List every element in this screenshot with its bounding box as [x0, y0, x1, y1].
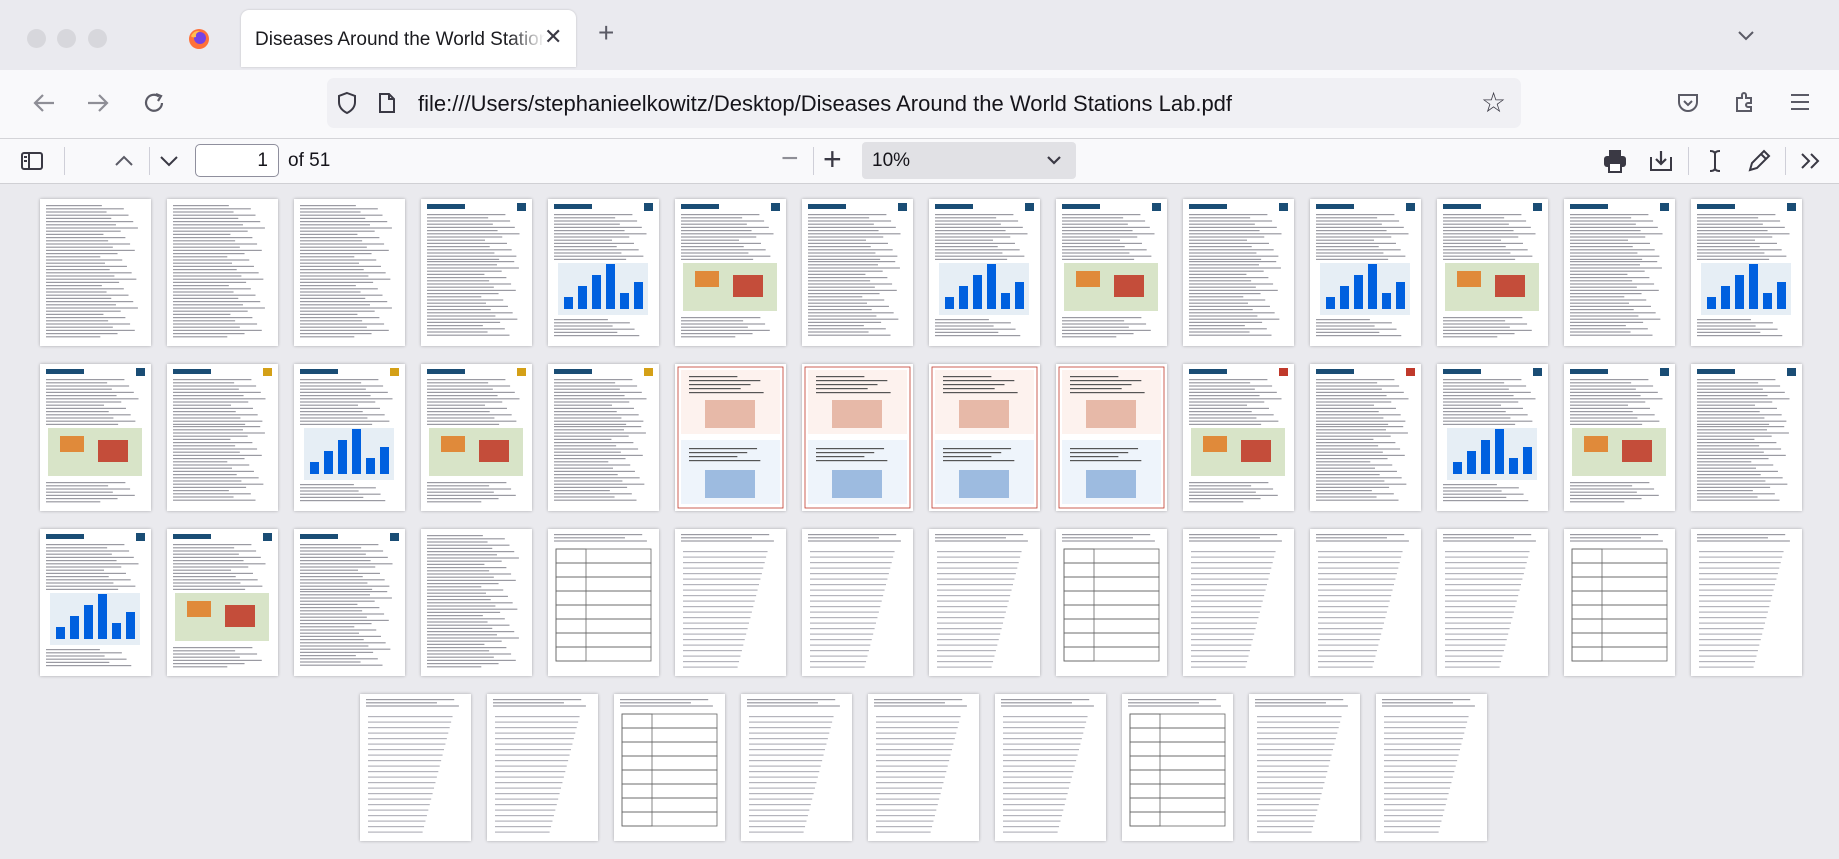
page-thumbnail[interactable] [675, 199, 786, 346]
page-thumbnail[interactable] [1437, 364, 1548, 511]
plus-icon[interactable]: + [823, 143, 842, 175]
page-thumbnail[interactable] [1310, 199, 1421, 346]
page-thumbnail[interactable] [1183, 199, 1294, 346]
page-thumbnail[interactable] [868, 694, 979, 841]
page-thumbnail[interactable] [548, 529, 659, 676]
url-bar[interactable]: file:///Users/stephanieelkowitz/Desktop/… [327, 78, 1521, 128]
page-thumbnail[interactable] [1310, 529, 1421, 676]
tab-title: Diseases Around the World Stations [255, 29, 545, 51]
page-thumbnail[interactable] [40, 199, 151, 346]
chevron-down-icon[interactable] [159, 154, 179, 168]
page-thumbnail[interactable] [1056, 529, 1167, 676]
tab-bar: Diseases Around the World Stations ✕ + [0, 0, 1839, 70]
active-tab[interactable]: Diseases Around the World Stations ✕ [241, 10, 576, 67]
page-thumbnail[interactable] [1376, 694, 1487, 841]
double-chevron-right-icon[interactable] [1799, 152, 1823, 170]
star-icon[interactable]: ☆ [1481, 86, 1506, 119]
puzzle-icon[interactable] [1733, 90, 1757, 114]
page-thumbnail[interactable] [421, 529, 532, 676]
page-thumbnail[interactable] [167, 529, 278, 676]
toolbar-separator [64, 147, 65, 175]
reload-icon[interactable] [142, 91, 166, 115]
page-thumbnail[interactable] [294, 529, 405, 676]
page-thumbnail[interactable] [487, 694, 598, 841]
page-thumbnail[interactable] [1056, 199, 1167, 346]
printer-icon[interactable] [1602, 148, 1628, 174]
page-thumbnail[interactable] [1691, 529, 1802, 676]
plus-icon[interactable]: + [598, 19, 614, 47]
page-thumbnail[interactable] [1437, 199, 1548, 346]
page-thumbnail[interactable] [1183, 529, 1294, 676]
page-thumbnail[interactable] [1437, 529, 1548, 676]
page-thumbnail[interactable] [548, 199, 659, 346]
page-thumbnail[interactable] [802, 199, 913, 346]
page-thumbnail[interactable] [741, 694, 852, 841]
page-thumbnail[interactable] [929, 529, 1040, 676]
window-zoom-button[interactable] [88, 29, 107, 48]
page-thumbnail[interactable] [167, 364, 278, 511]
toolbar-separator [149, 147, 150, 175]
page-thumbnail[interactable] [421, 199, 532, 346]
hamburger-menu-icon[interactable] [1789, 93, 1811, 111]
page-thumbnail[interactable] [40, 364, 151, 511]
zoom-value: 10% [872, 150, 911, 171]
page-thumbnail[interactable] [1564, 529, 1675, 676]
page-thumbnail[interactable] [1310, 364, 1421, 511]
page-thumbnail[interactable] [360, 694, 471, 841]
page-thumbnail[interactable] [1564, 199, 1675, 346]
page-thumbnail[interactable] [421, 364, 532, 511]
page-thumbnail[interactable] [294, 199, 405, 346]
page-thumbnail[interactable] [675, 364, 786, 511]
pdf-toolbar: 1 of 51 − + 10% [0, 138, 1839, 184]
toolbar-separator [813, 147, 814, 175]
arrow-left-icon[interactable] [32, 92, 56, 114]
toolbar-separator [1688, 147, 1689, 175]
page-thumbnail[interactable] [1249, 694, 1360, 841]
window-close-button[interactable] [27, 29, 46, 48]
page-thumbnail[interactable] [675, 529, 786, 676]
page-thumbnail[interactable] [802, 529, 913, 676]
pdf-viewer[interactable] [0, 184, 1839, 859]
minus-icon[interactable]: − [781, 144, 799, 174]
document-icon[interactable] [377, 92, 397, 114]
page-thumbnail[interactable] [929, 364, 1040, 511]
download-icon[interactable] [1648, 149, 1674, 173]
page-thumbnail[interactable] [167, 199, 278, 346]
page-thumbnail[interactable] [1564, 364, 1675, 511]
page-thumbnail[interactable] [40, 529, 151, 676]
text-cursor-icon[interactable] [1704, 148, 1726, 174]
page-number-input[interactable]: 1 [195, 144, 279, 177]
page-thumbnail[interactable] [1691, 364, 1802, 511]
toolbar-separator [1785, 147, 1786, 175]
zoom-select[interactable]: 10% [862, 142, 1076, 179]
page-thumbnail[interactable] [802, 364, 913, 511]
close-icon[interactable]: ✕ [544, 24, 562, 50]
arrow-right-icon[interactable] [86, 92, 110, 114]
window-minimize-button[interactable] [57, 29, 76, 48]
navigation-bar: file:///Users/stephanieelkowitz/Desktop/… [0, 70, 1839, 138]
chevron-up-icon[interactable] [114, 154, 134, 168]
pocket-icon[interactable] [1676, 92, 1700, 114]
page-thumbnail[interactable] [1056, 364, 1167, 511]
url-text: file:///Users/stephanieelkowitz/Desktop/… [418, 91, 1233, 116]
page-thumbnail[interactable] [929, 199, 1040, 346]
page-thumbnail[interactable] [995, 694, 1106, 841]
firefox-logo-icon[interactable] [188, 28, 210, 50]
page-thumbnail[interactable] [1183, 364, 1294, 511]
page-thumbnail[interactable] [548, 364, 659, 511]
page-thumbnail[interactable] [1122, 694, 1233, 841]
page-thumbnail[interactable] [614, 694, 725, 841]
page-thumbnail[interactable] [294, 364, 405, 511]
sidebar-toggle-icon[interactable] [20, 151, 44, 171]
shield-icon[interactable] [336, 91, 358, 115]
page-thumbnail[interactable] [1691, 199, 1802, 346]
chevron-down-icon[interactable] [1737, 30, 1755, 42]
pen-icon[interactable] [1746, 148, 1772, 174]
chevron-down-icon [1047, 156, 1061, 165]
page-count-label: of 51 [288, 150, 331, 171]
